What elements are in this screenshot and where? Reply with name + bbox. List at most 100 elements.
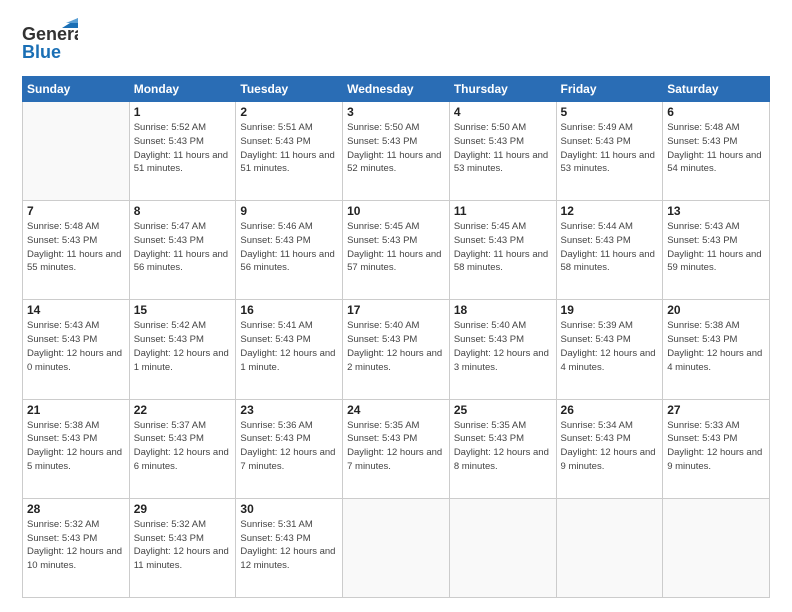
day-info: Sunrise: 5:38 AMSunset: 5:43 PMDaylight:… [667, 319, 765, 374]
calendar-table: SundayMondayTuesdayWednesdayThursdayFrid… [22, 76, 770, 598]
calendar-header-row: SundayMondayTuesdayWednesdayThursdayFrid… [23, 77, 770, 102]
calendar-cell: 12 Sunrise: 5:44 AMSunset: 5:43 PMDayligh… [556, 201, 663, 300]
day-info: Sunrise: 5:39 AMSunset: 5:43 PMDaylight:… [561, 319, 659, 374]
calendar-cell: 4 Sunrise: 5:50 AMSunset: 5:43 PMDaylight… [449, 102, 556, 201]
col-header-saturday: Saturday [663, 77, 770, 102]
day-number: 6 [667, 105, 765, 119]
day-info: Sunrise: 5:48 AMSunset: 5:43 PMDaylight:… [27, 220, 125, 275]
day-number: 15 [134, 303, 232, 317]
calendar-cell: 25 Sunrise: 5:35 AMSunset: 5:43 PMDayligh… [449, 399, 556, 498]
col-header-friday: Friday [556, 77, 663, 102]
calendar-week-4: 21Sunrise: 5:38 AMSunset: 5:43 PMDayligh… [23, 399, 770, 498]
day-info: Sunrise: 5:40 AMSunset: 5:43 PMDaylight:… [454, 319, 552, 374]
svg-text:Blue: Blue [22, 42, 61, 62]
day-info: Sunrise: 5:43 AMSunset: 5:43 PMDaylight:… [27, 319, 125, 374]
calendar-week-1: 1 Sunrise: 5:52 AMSunset: 5:43 PMDaylight… [23, 102, 770, 201]
day-number: 24 [347, 403, 445, 417]
calendar-cell: 17 Sunrise: 5:40 AMSunset: 5:43 PMDayligh… [343, 300, 450, 399]
day-number: 7 [27, 204, 125, 218]
calendar-cell: 21Sunrise: 5:38 AMSunset: 5:43 PMDayligh… [23, 399, 130, 498]
calendar-cell: 6 Sunrise: 5:48 AMSunset: 5:43 PMDaylight… [663, 102, 770, 201]
calendar-cell: 16 Sunrise: 5:41 AMSunset: 5:43 PMDayligh… [236, 300, 343, 399]
day-number: 16 [240, 303, 338, 317]
day-info: Sunrise: 5:36 AMSunset: 5:43 PMDaylight:… [240, 419, 338, 474]
day-info: Sunrise: 5:32 AMSunset: 5:43 PMDaylight:… [134, 518, 232, 573]
calendar-cell: 22 Sunrise: 5:37 AMSunset: 5:43 PMDayligh… [129, 399, 236, 498]
day-number: 1 [134, 105, 232, 119]
day-info: Sunrise: 5:47 AMSunset: 5:43 PMDaylight:… [134, 220, 232, 275]
day-info: Sunrise: 5:32 AMSunset: 5:43 PMDaylight:… [27, 518, 125, 573]
day-number: 22 [134, 403, 232, 417]
day-info: Sunrise: 5:42 AMSunset: 5:43 PMDaylight:… [134, 319, 232, 374]
col-header-monday: Monday [129, 77, 236, 102]
day-number: 23 [240, 403, 338, 417]
calendar-cell: 11 Sunrise: 5:45 AMSunset: 5:43 PMDayligh… [449, 201, 556, 300]
calendar-cell: 10 Sunrise: 5:45 AMSunset: 5:43 PMDayligh… [343, 201, 450, 300]
calendar-cell: 5 Sunrise: 5:49 AMSunset: 5:43 PMDaylight… [556, 102, 663, 201]
calendar-cell: 26Sunrise: 5:34 AMSunset: 5:43 PMDayligh… [556, 399, 663, 498]
calendar-cell: 29 Sunrise: 5:32 AMSunset: 5:43 PMDayligh… [129, 498, 236, 597]
day-number: 28 [27, 502, 125, 516]
day-info: Sunrise: 5:41 AMSunset: 5:43 PMDaylight:… [240, 319, 338, 374]
day-number: 18 [454, 303, 552, 317]
day-info: Sunrise: 5:52 AMSunset: 5:43 PMDaylight:… [134, 121, 232, 176]
day-info: Sunrise: 5:45 AMSunset: 5:43 PMDaylight:… [347, 220, 445, 275]
calendar-cell: 7 Sunrise: 5:48 AMSunset: 5:43 PMDaylight… [23, 201, 130, 300]
calendar-cell: 3 Sunrise: 5:50 AMSunset: 5:43 PMDaylight… [343, 102, 450, 201]
calendar-cell [663, 498, 770, 597]
page: General Blue SundayMondayTuesdayWednesda… [0, 0, 792, 612]
day-info: Sunrise: 5:35 AMSunset: 5:43 PMDaylight:… [347, 419, 445, 474]
day-number: 3 [347, 105, 445, 119]
calendar-cell: 13 Sunrise: 5:43 AMSunset: 5:43 PMDayligh… [663, 201, 770, 300]
day-info: Sunrise: 5:50 AMSunset: 5:43 PMDaylight:… [347, 121, 445, 176]
day-number: 13 [667, 204, 765, 218]
day-number: 29 [134, 502, 232, 516]
day-info: Sunrise: 5:33 AMSunset: 5:43 PMDaylight:… [667, 419, 765, 474]
calendar-cell: 28 Sunrise: 5:32 AMSunset: 5:43 PMDayligh… [23, 498, 130, 597]
calendar-cell: 9Sunrise: 5:46 AMSunset: 5:43 PMDaylight… [236, 201, 343, 300]
calendar-cell: 15 Sunrise: 5:42 AMSunset: 5:43 PMDayligh… [129, 300, 236, 399]
day-number: 19 [561, 303, 659, 317]
day-number: 12 [561, 204, 659, 218]
day-number: 17 [347, 303, 445, 317]
day-info: Sunrise: 5:44 AMSunset: 5:43 PMDaylight:… [561, 220, 659, 275]
day-number: 25 [454, 403, 552, 417]
calendar-cell: 20Sunrise: 5:38 AMSunset: 5:43 PMDayligh… [663, 300, 770, 399]
day-info: Sunrise: 5:48 AMSunset: 5:43 PMDaylight:… [667, 121, 765, 176]
day-info: Sunrise: 5:38 AMSunset: 5:43 PMDaylight:… [27, 419, 125, 474]
day-number: 9 [240, 204, 338, 218]
calendar-cell: 18 Sunrise: 5:40 AMSunset: 5:43 PMDayligh… [449, 300, 556, 399]
logo: General Blue [22, 18, 78, 66]
calendar-cell: 8 Sunrise: 5:47 AMSunset: 5:43 PMDaylight… [129, 201, 236, 300]
day-info: Sunrise: 5:43 AMSunset: 5:43 PMDaylight:… [667, 220, 765, 275]
day-number: 30 [240, 502, 338, 516]
logo-icon: General Blue [22, 18, 78, 66]
day-number: 11 [454, 204, 552, 218]
day-number: 4 [454, 105, 552, 119]
calendar-week-5: 28 Sunrise: 5:32 AMSunset: 5:43 PMDayligh… [23, 498, 770, 597]
day-number: 5 [561, 105, 659, 119]
col-header-wednesday: Wednesday [343, 77, 450, 102]
calendar-cell: 24 Sunrise: 5:35 AMSunset: 5:43 PMDayligh… [343, 399, 450, 498]
day-number: 2 [240, 105, 338, 119]
day-info: Sunrise: 5:45 AMSunset: 5:43 PMDaylight:… [454, 220, 552, 275]
calendar-cell [343, 498, 450, 597]
calendar-cell: 1 Sunrise: 5:52 AMSunset: 5:43 PMDaylight… [129, 102, 236, 201]
day-info: Sunrise: 5:31 AMSunset: 5:43 PMDaylight:… [240, 518, 338, 573]
day-info: Sunrise: 5:40 AMSunset: 5:43 PMDaylight:… [347, 319, 445, 374]
day-number: 8 [134, 204, 232, 218]
col-header-tuesday: Tuesday [236, 77, 343, 102]
calendar-cell: 30 Sunrise: 5:31 AMSunset: 5:43 PMDayligh… [236, 498, 343, 597]
day-info: Sunrise: 5:49 AMSunset: 5:43 PMDaylight:… [561, 121, 659, 176]
calendar-cell: 14 Sunrise: 5:43 AMSunset: 5:43 PMDayligh… [23, 300, 130, 399]
day-info: Sunrise: 5:35 AMSunset: 5:43 PMDaylight:… [454, 419, 552, 474]
calendar-cell: 2 Sunrise: 5:51 AMSunset: 5:43 PMDaylight… [236, 102, 343, 201]
day-info: Sunrise: 5:51 AMSunset: 5:43 PMDaylight:… [240, 121, 338, 176]
day-number: 10 [347, 204, 445, 218]
calendar-week-3: 14 Sunrise: 5:43 AMSunset: 5:43 PMDayligh… [23, 300, 770, 399]
day-info: Sunrise: 5:50 AMSunset: 5:43 PMDaylight:… [454, 121, 552, 176]
day-number: 14 [27, 303, 125, 317]
day-info: Sunrise: 5:37 AMSunset: 5:43 PMDaylight:… [134, 419, 232, 474]
day-number: 27 [667, 403, 765, 417]
calendar-cell [23, 102, 130, 201]
